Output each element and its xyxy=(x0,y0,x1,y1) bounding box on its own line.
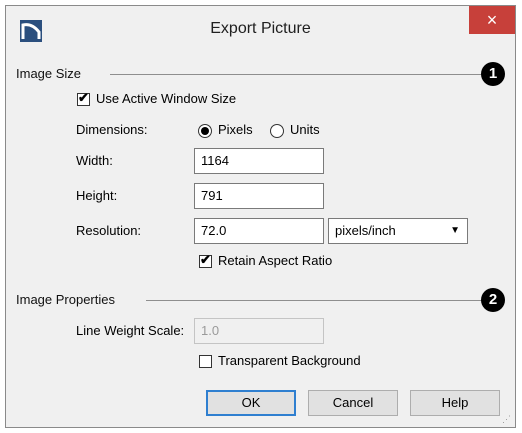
units-radio[interactable] xyxy=(270,124,284,138)
checkmark-icon: ✔ xyxy=(200,252,211,267)
pixels-radio[interactable] xyxy=(198,124,212,138)
resolution-label: Resolution: xyxy=(76,223,142,238)
pixels-radio-label[interactable]: Pixels xyxy=(218,122,253,137)
resolution-unit-select[interactable]: pixels/inch ▼ xyxy=(328,218,468,244)
export-picture-dialog: Export Picture × Image Size 1 ✔ Use Acti… xyxy=(5,5,516,428)
transparent-background-label[interactable]: Transparent Background xyxy=(218,353,361,368)
resize-grip-icon[interactable]: ⋰ xyxy=(502,414,512,424)
ok-button[interactable]: OK xyxy=(206,390,296,416)
callout-2: 2 xyxy=(481,288,505,312)
checkmark-icon: ✔ xyxy=(78,90,89,105)
image-size-group-title: Image Size xyxy=(16,66,88,81)
help-button[interactable]: Help xyxy=(410,390,500,416)
retain-aspect-ratio-checkbox[interactable]: ✔ xyxy=(199,252,212,268)
height-label: Height: xyxy=(76,188,118,203)
retain-aspect-ratio-label[interactable]: Retain Aspect Ratio xyxy=(218,253,332,268)
title-bar: Export Picture × xyxy=(6,6,515,56)
resolution-unit-value: pixels/inch xyxy=(335,223,396,238)
image-properties-divider xyxy=(146,300,490,301)
image-size-divider xyxy=(110,74,490,75)
height-input[interactable]: 791 xyxy=(194,183,324,209)
callout-1: 1 xyxy=(481,62,505,86)
close-button[interactable]: × xyxy=(469,6,515,34)
dialog-title: Export Picture xyxy=(210,20,311,37)
dropdown-arrow-icon: ▼ xyxy=(450,225,460,236)
image-properties-group-title: Image Properties xyxy=(16,292,121,307)
resolution-input[interactable]: 72.0 xyxy=(194,218,324,244)
transparent-background-checkbox[interactable] xyxy=(199,355,212,368)
units-radio-label[interactable]: Units xyxy=(290,122,320,137)
radio-selected-dot xyxy=(201,127,209,135)
width-input[interactable]: 1164 xyxy=(194,148,324,174)
dimensions-label: Dimensions: xyxy=(76,122,148,137)
close-icon: × xyxy=(486,10,498,30)
cancel-button[interactable]: Cancel xyxy=(308,390,398,416)
line-weight-scale-input[interactable]: 1.0 xyxy=(194,318,324,344)
line-weight-scale-label: Line Weight Scale: xyxy=(76,323,185,338)
use-active-window-size-label[interactable]: Use Active Window Size xyxy=(96,91,236,106)
use-active-window-size-checkbox[interactable]: ✔ xyxy=(77,90,90,106)
width-label: Width: xyxy=(76,153,113,168)
